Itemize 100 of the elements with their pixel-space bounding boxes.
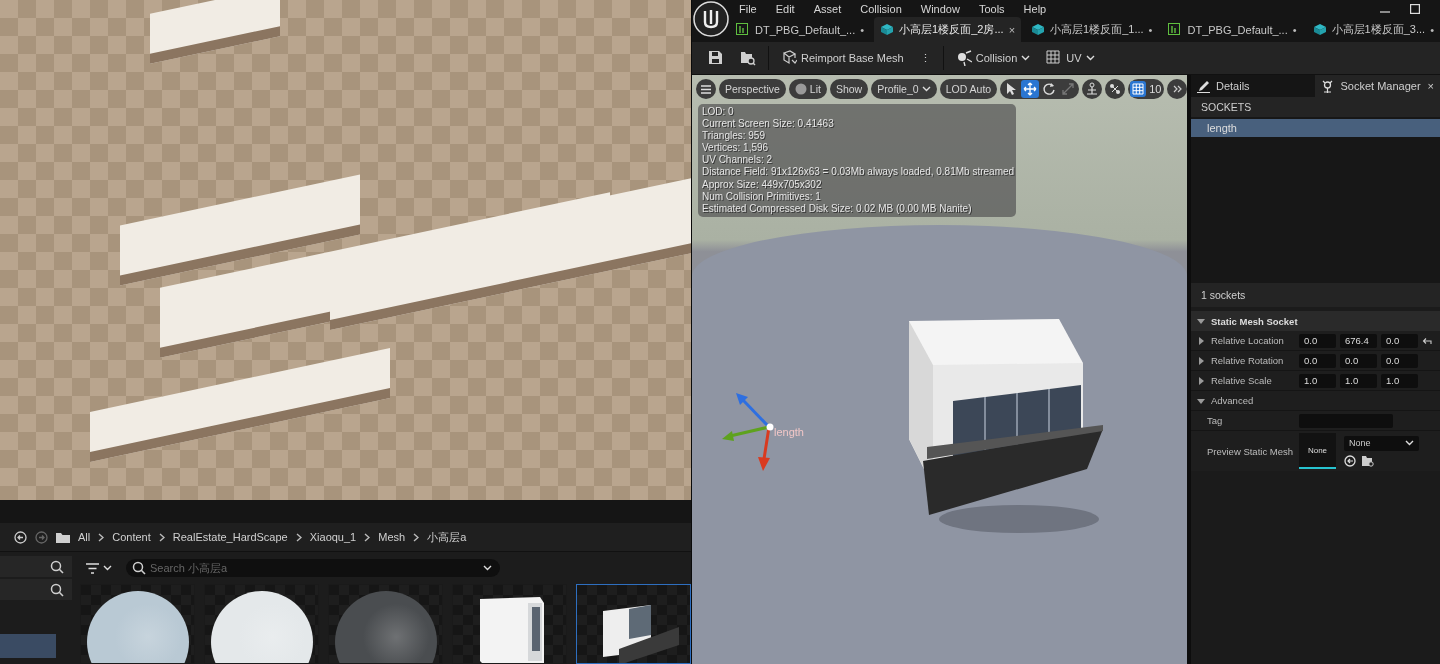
- nodes-icon: [1108, 82, 1123, 96]
- folder-icon: [56, 531, 70, 543]
- expanded-arrow-icon[interactable]: [1196, 396, 1205, 405]
- menu-button[interactable]: [695, 79, 716, 99]
- breadcrumb-link[interactable]: Mesh: [378, 531, 406, 543]
- property-label: Relative Scale: [1210, 375, 1272, 386]
- viewport-button[interactable]: Perspective: [718, 79, 786, 99]
- cube-icon: [1031, 23, 1046, 36]
- stat-line: UV Channels: 2: [701, 154, 773, 167]
- menu-item[interactable]: Collision: [860, 2, 902, 15]
- socket-count: 1 sockets: [1190, 283, 1440, 307]
- search-icon: [50, 559, 64, 574]
- asset-thumbnail[interactable]: [576, 584, 691, 664]
- menu-item[interactable]: Edit: [775, 2, 795, 15]
- number-field[interactable]: 0.0: [1298, 333, 1336, 348]
- panel-tab[interactable]: Details: [1190, 75, 1316, 97]
- section-header: SOCKETS: [1190, 97, 1440, 117]
- number-field[interactable]: 1.0: [1339, 373, 1377, 388]
- stat-line: Num Collision Primitives: 1: [701, 190, 822, 203]
- modified-dot-icon[interactable]: •: [1148, 23, 1153, 36]
- viewport-button[interactable]: Lit: [788, 79, 827, 99]
- modified-dot-icon[interactable]: •: [860, 23, 865, 36]
- asset-dropdown[interactable]: None: [1343, 435, 1419, 451]
- folder-search-icon[interactable]: [1361, 454, 1374, 467]
- toolbar-button[interactable]: UV: [1040, 46, 1101, 70]
- asset-thumbnail[interactable]: [204, 584, 319, 664]
- double-chevron-icon: [1172, 85, 1182, 93]
- modified-dot-icon[interactable]: •: [1292, 23, 1297, 36]
- use-selected-icon[interactable]: [1343, 454, 1356, 467]
- menu-item[interactable]: Tools: [978, 2, 1005, 15]
- search-field[interactable]: Search 小高层a: [126, 559, 500, 577]
- number-field[interactable]: 0.0: [1339, 353, 1377, 368]
- toolbar-button[interactable]: Collision: [949, 46, 1037, 70]
- section-title: Static Mesh Socket: [1210, 315, 1298, 327]
- scale-icon: [1061, 82, 1076, 96]
- table-icon: [735, 23, 750, 36]
- grid-snap-button[interactable]: 10: [1128, 79, 1165, 99]
- property-label: Advanced: [1210, 395, 1254, 406]
- document-tab[interactable]: 小高层1楼反面_2房... ×: [874, 17, 1022, 42]
- document-tab[interactable]: DT_PBG_Default_... •: [1162, 17, 1303, 42]
- panel-tab[interactable]: Socket Manager ×: [1315, 75, 1440, 97]
- collapsed-arrow-icon[interactable]: [1196, 356, 1205, 365]
- asset-thumbnail[interactable]: [328, 584, 443, 664]
- chevron-right-icon: [295, 532, 302, 542]
- close-icon[interactable]: ×: [1008, 23, 1016, 36]
- number-field[interactable]: 0.0: [1380, 333, 1418, 348]
- asset-thumbnail[interactable]: [452, 584, 567, 664]
- menu-item[interactable]: File: [738, 2, 757, 15]
- more-options-button[interactable]: ⋮: [913, 46, 937, 70]
- stat-line: Distance Field: 91x126x63 = 0.03Mb always loaded, 0.81Mb streamed: [701, 166, 1012, 179]
- breadcrumb-link[interactable]: Content: [112, 531, 151, 543]
- number-field[interactable]: 0.0: [1380, 353, 1418, 368]
- world-local-button[interactable]: [1105, 79, 1126, 99]
- toolbar-button[interactable]: Reimport Base Mesh: [774, 46, 910, 70]
- socket-list-item[interactable]: length: [1190, 119, 1440, 137]
- rotate-icon: [1042, 82, 1057, 96]
- chevron-right-icon: [364, 532, 371, 542]
- breadcrumb-link[interactable]: All: [78, 531, 91, 543]
- close-icon[interactable]: ×: [1427, 80, 1434, 92]
- chevron-down-icon: [103, 565, 112, 571]
- breadcrumb-link[interactable]: 小高层a: [427, 529, 467, 545]
- number-field[interactable]: 676.4: [1339, 333, 1377, 348]
- number-field[interactable]: 1.0: [1298, 373, 1336, 388]
- breadcrumb-link[interactable]: RealEstate_HardScape: [172, 531, 288, 543]
- collapsed-arrow-icon[interactable]: [1196, 336, 1205, 345]
- asset-thumbnail[interactable]: None: [1298, 433, 1336, 469]
- menu-item[interactable]: Asset: [813, 2, 842, 15]
- breadcrumb-link[interactable]: Xiaoqu_1: [309, 531, 357, 543]
- sidebar-search-field[interactable]: [0, 579, 72, 600]
- document-tab[interactable]: DT_PBG_Default_... •: [729, 17, 871, 42]
- number-field[interactable]: 1.0: [1380, 373, 1418, 388]
- expand-toolbar-button[interactable]: [1167, 79, 1187, 99]
- document-tab[interactable]: 小高层1楼反面_1... •: [1025, 17, 1159, 42]
- chevron-right-icon: [98, 532, 105, 542]
- surface-snap-button[interactable]: [1082, 79, 1103, 99]
- property-label: Tag: [1206, 415, 1223, 426]
- socket-label: length: [773, 426, 804, 438]
- sidebar-search-field[interactable]: [0, 556, 72, 577]
- move-icon: [1023, 82, 1038, 96]
- viewport-button[interactable]: Show: [829, 79, 869, 99]
- search-icon: [50, 582, 64, 597]
- document-tab[interactable]: 小高层1楼反面_3... •: [1306, 17, 1440, 42]
- engine-logo-icon[interactable]: [691, 0, 730, 38]
- reset-arrow-icon[interactable]: [1421, 336, 1432, 345]
- menu-item[interactable]: Window: [920, 2, 960, 15]
- number-field[interactable]: 0.0: [1298, 353, 1336, 368]
- maximize-icon[interactable]: [1410, 3, 1420, 14]
- modified-dot-icon[interactable]: •: [1430, 23, 1434, 36]
- save-icon: [707, 50, 724, 66]
- transform-tool-button[interactable]: [1021, 80, 1040, 98]
- collapsed-arrow-icon[interactable]: [1196, 376, 1205, 385]
- chevron-right-icon: [158, 532, 165, 542]
- forward-icon[interactable]: [35, 530, 48, 544]
- viewport-button[interactable]: LOD Auto: [939, 79, 998, 99]
- viewport-button[interactable]: Profile_0: [871, 79, 937, 99]
- search-icon: [132, 561, 146, 575]
- back-icon[interactable]: [14, 530, 27, 544]
- expanded-arrow-icon[interactable]: [1196, 317, 1205, 325]
- menu-item[interactable]: Help: [1023, 2, 1047, 15]
- asset-thumbnail[interactable]: [80, 584, 195, 664]
